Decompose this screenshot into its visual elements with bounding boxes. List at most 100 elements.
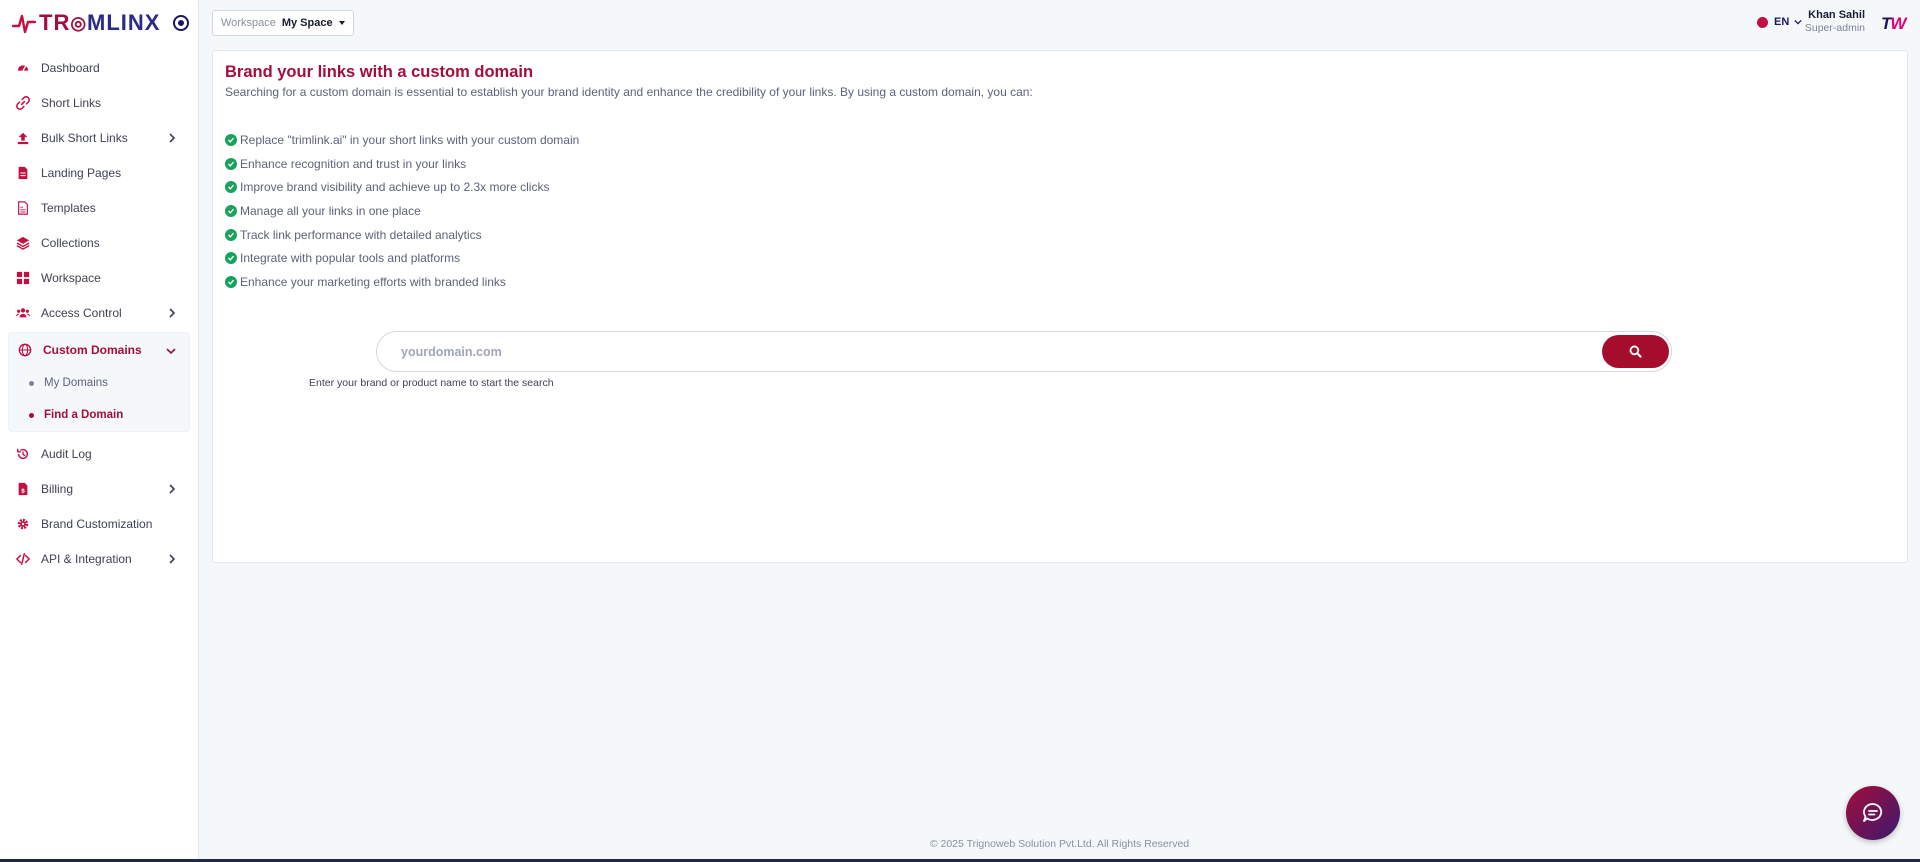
sidebar-item-bulk-short-links[interactable]: Bulk Short Links [0,120,198,155]
sidebar-item-custom-domains[interactable]: Custom Domains [9,333,189,367]
logo-text-b: MLINX [87,10,161,35]
check-circle-icon [225,157,237,170]
chat-button[interactable] [1846,786,1900,840]
logo-text-a: TR [39,10,71,35]
chevron-right-icon [167,307,177,321]
sidebar-item-label: Billing [41,481,74,496]
feature-text: Enhance recognition and trust in your li… [240,156,467,171]
page-title: Brand your links with a custom domain [225,63,534,81]
feature-item: Enhance recognition and trust in your li… [225,152,579,176]
sidebar-item-audit-log[interactable]: Audit Log [0,436,198,471]
search-button[interactable] [1602,335,1669,368]
template-icon [15,200,31,216]
chat-icon [1863,803,1883,822]
file-icon [15,165,31,181]
sidebar-subitem-label: My Domains [44,377,108,389]
workspace-select[interactable]: Workspace My Space [212,10,354,36]
history-icon [15,446,31,462]
sidebar-item-label: Landing Pages [41,165,122,180]
sidebar-item-short-links[interactable]: Short Links [0,85,198,120]
check-circle-icon [225,252,237,265]
gear-icon [15,516,31,532]
domain-search-input[interactable] [377,332,1617,371]
feature-item: Improve brand visibility and achieve up … [225,175,579,199]
sidebar-toggle-icon[interactable] [173,15,189,31]
sidebar-item-label: Access Control [41,305,122,320]
logo-row: TR ◎ MLINX [0,0,198,46]
user-menu[interactable]: Khan Sahil Super-admin [1805,9,1865,34]
feature-text: Enhance your marketing efforts with bran… [240,274,506,289]
chevron-right-icon [167,483,177,497]
language-selector[interactable]: EN [1757,16,1802,28]
sidebar-menu: Dashboard Short Links Bulk Short Links L… [0,46,198,330]
grid-icon [15,270,31,286]
search-hint: Enter your brand or product name to star… [309,377,554,389]
check-circle-icon [225,181,237,194]
avatar-letter-a: T [1881,14,1891,33]
domain-search-box [376,331,1672,372]
layers-icon [15,235,31,251]
chevron-right-icon [167,553,177,567]
sidebar-item-access-control[interactable]: Access Control [0,295,198,330]
avatar[interactable]: TW [1881,14,1911,33]
check-circle-icon [225,133,237,146]
feature-text: Track link performance with detailed ana… [240,227,482,242]
sidebar: TR ◎ MLINX Dashboard Short Links Bulk Sh… [0,0,199,862]
svg-text:$: $ [21,487,25,494]
language-code: EN [1774,16,1790,28]
dashboard-icon [15,60,31,76]
sidebar-subitem-find-a-domain[interactable]: Find a Domain [9,399,189,431]
sidebar-item-templates[interactable]: Templates [0,190,198,225]
sidebar-menu-lower: Audit Log $ Billing Brand Customization … [0,434,198,576]
sidebar-item-billing[interactable]: $ Billing [0,471,198,506]
link-icon [15,95,31,111]
sidebar-item-landing-pages[interactable]: Landing Pages [0,155,198,190]
user-role: Super-admin [1804,22,1865,34]
logo-i-mark: ◎ [70,12,88,33]
brand-logo[interactable]: TR ◎ MLINX [11,10,161,36]
sidebar-item-label: Audit Log [41,446,92,461]
search-icon [1629,345,1642,358]
logo-mark-icon [11,14,37,34]
feature-item: Integrate with popular tools and platfor… [225,246,579,270]
sidebar-item-label: API & Integration [41,551,132,566]
footer-copyright: © 2025 Trignoweb Solution Pvt.Ltd. All R… [929,838,1190,850]
chevron-right-icon [167,132,177,146]
bullet-icon [29,412,34,418]
bullet-icon [29,380,34,386]
sidebar-item-label: Workspace [41,270,101,285]
feature-item: Replace "trimlink.ai" in your short link… [225,128,579,152]
sidebar-item-label: Templates [41,200,96,215]
sidebar-item-collections[interactable]: Collections [0,225,198,260]
feature-text: Integrate with popular tools and platfor… [240,251,461,266]
upload-icon [15,130,31,146]
feature-text: Improve brand visibility and achieve up … [240,180,550,195]
caret-down-icon [338,21,345,25]
user-name: Khan Sahil [1808,9,1865,21]
feature-item: Track link performance with detailed ana… [225,223,579,247]
sidebar-item-label: Collections [41,235,100,250]
sidebar-item-brand-customization[interactable]: Brand Customization [0,506,198,541]
sidebar-item-label: Dashboard [41,60,100,75]
sidebar-item-api-integration[interactable]: API & Integration [0,541,198,576]
sidebar-item-label: Bulk Short Links [41,130,128,145]
check-circle-icon [225,228,237,241]
feature-item: Manage all your links in one place [225,199,579,223]
workspace-select-value: My Space [281,17,333,29]
users-icon [15,305,31,321]
sidebar-item-label: Custom Domains [43,343,142,357]
code-icon [15,551,31,567]
globe-icon [1757,16,1768,28]
chevron-down-icon [166,345,176,359]
intro-text: Searching for a custom domain is essenti… [225,85,1033,99]
invoice-icon: $ [15,481,31,497]
sidebar-item-label: Brand Customization [41,516,153,531]
sidebar-subitem-label: Find a Domain [44,409,124,421]
sidebar-item-dashboard[interactable]: Dashboard [0,50,198,85]
feature-text: Replace "trimlink.ai" in your short link… [240,132,580,147]
check-circle-icon [225,204,237,217]
check-circle-icon [225,275,237,288]
sidebar-item-workspace[interactable]: Workspace [0,260,198,295]
avatar-letter-b: W [1890,14,1906,33]
sidebar-subitem-my-domains[interactable]: My Domains [9,367,189,399]
